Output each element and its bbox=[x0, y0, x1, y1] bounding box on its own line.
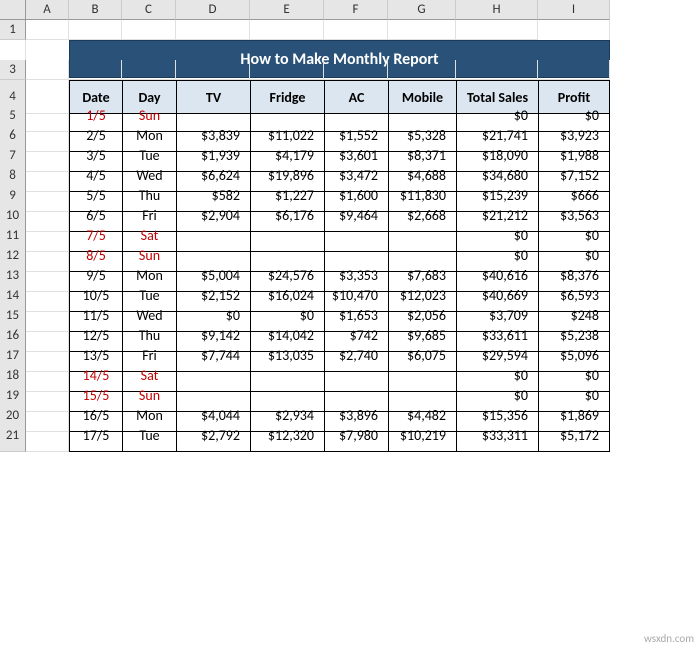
col-header-A[interactable]: A bbox=[26, 0, 69, 20]
cell-profit[interactable]: $5,172 bbox=[538, 420, 610, 452]
empty-cell[interactable] bbox=[26, 60, 69, 80]
cell-ac[interactable]: $7,980 bbox=[324, 420, 388, 452]
empty-cell[interactable] bbox=[122, 60, 176, 80]
col-header-E[interactable]: E bbox=[250, 0, 324, 20]
col-header-H[interactable]: H bbox=[456, 0, 538, 20]
col-header-B[interactable]: B bbox=[69, 0, 122, 20]
col-header-I[interactable]: I bbox=[538, 0, 610, 20]
spreadsheet: ABCDEFGHI1How to Make Monthly Report34Da… bbox=[0, 0, 700, 649]
cell-total[interactable]: $33,311 bbox=[456, 420, 538, 452]
empty-cell[interactable] bbox=[250, 60, 324, 80]
empty-cell[interactable] bbox=[176, 60, 250, 80]
empty-cell[interactable] bbox=[388, 20, 456, 40]
empty-cell[interactable] bbox=[456, 20, 538, 40]
empty-cell[interactable] bbox=[324, 20, 388, 40]
col-header-D[interactable]: D bbox=[176, 0, 250, 20]
select-all-corner[interactable] bbox=[0, 0, 26, 20]
row-header-21[interactable]: 21 bbox=[0, 420, 26, 452]
cell-date[interactable]: 17/5 bbox=[69, 420, 122, 452]
col-header-C[interactable]: C bbox=[122, 0, 176, 20]
cell-day[interactable]: Tue bbox=[122, 420, 176, 452]
row-header-3[interactable]: 3 bbox=[0, 60, 26, 80]
empty-cell[interactable] bbox=[388, 60, 456, 80]
empty-cell[interactable] bbox=[324, 60, 388, 80]
empty-cell[interactable] bbox=[69, 20, 122, 40]
empty-cell[interactable] bbox=[26, 20, 69, 40]
col-header-G[interactable]: G bbox=[388, 0, 456, 20]
grid: ABCDEFGHI1How to Make Monthly Report34Da… bbox=[0, 0, 700, 440]
cell-fridge[interactable]: $12,320 bbox=[250, 420, 324, 452]
col-header-F[interactable]: F bbox=[324, 0, 388, 20]
cell-tv[interactable]: $2,792 bbox=[176, 420, 250, 452]
empty-cell[interactable] bbox=[250, 20, 324, 40]
watermark: wsxdn.com bbox=[644, 632, 694, 645]
empty-cell[interactable] bbox=[69, 60, 122, 80]
empty-cell[interactable] bbox=[538, 60, 610, 80]
empty-cell[interactable] bbox=[456, 60, 538, 80]
empty-cell[interactable] bbox=[176, 20, 250, 40]
row-header-1[interactable]: 1 bbox=[0, 20, 26, 40]
empty-cell[interactable] bbox=[122, 20, 176, 40]
empty-cell[interactable] bbox=[26, 420, 69, 452]
cell-mobile[interactable]: $10,219 bbox=[388, 420, 456, 452]
